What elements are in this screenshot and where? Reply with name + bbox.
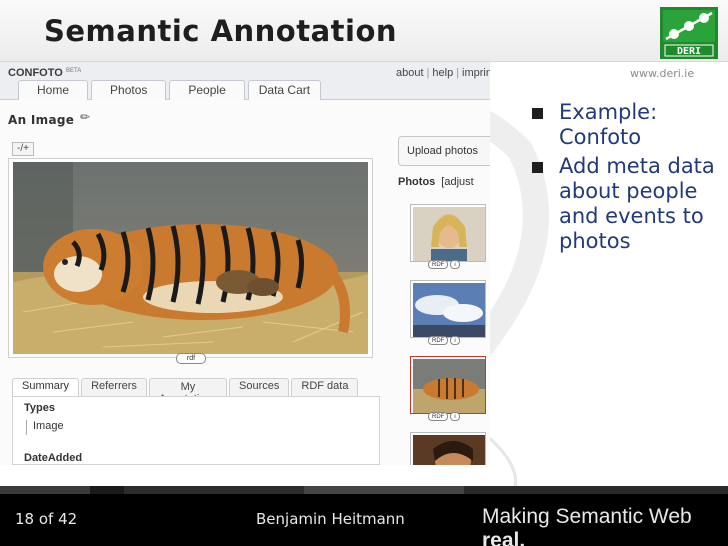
deri-logo-icon: DERI [660,7,718,59]
bullet-metadata: Add meta data about people and events to… [532,154,722,254]
tab-summary[interactable]: Summary [12,378,80,396]
author-name: Benjamin Heitmann [256,510,405,528]
tab-data-cart[interactable]: Data Cart [247,80,322,100]
tagline-prefix: Making Semantic Web [482,505,692,528]
about-link[interactable]: about [396,67,424,79]
footer-color-strip [0,486,728,494]
beta-label: BETA [66,68,82,74]
svg-text:DERI: DERI [677,46,701,57]
section-title: An Image [8,113,75,127]
thumb-info-badge[interactable]: i [450,336,460,345]
tab-photos[interactable]: Photos [91,80,167,100]
thumbnail-portrait[interactable] [410,204,486,262]
bullet-example: Example: Confoto [532,100,722,150]
top-links: about|help|imprint [396,67,490,79]
bullet-list: Example: Confoto Add meta data about peo… [532,100,722,258]
tab-people[interactable]: People [169,80,245,100]
thumbnail-partial[interactable] [410,432,486,465]
imprint-link[interactable]: imprint [462,67,490,79]
main-image-frame [8,158,373,358]
deri-url: www.deri.ie [630,67,695,80]
thumb-rdf-badge[interactable]: RDF [428,412,449,421]
thumb-rdf-badge[interactable]: RDF [428,260,449,269]
slide-number: 18 of 42 [15,510,78,528]
thumb-info-badge[interactable]: i [450,260,460,269]
thumb-badges-2: RDF i [428,336,460,345]
thumb-badges-1: RDF i [428,260,460,269]
upload-photos-button[interactable]: Upload photos [398,136,490,166]
thumbnail-tiger-selected[interactable] [410,356,486,414]
tiger-photo[interactable] [13,162,368,354]
tagline-bold: real. [482,529,526,546]
date-added-label: DateAdded [24,452,83,464]
help-link[interactable]: help [432,67,453,79]
confoto-logo: CONFOTO [8,67,63,79]
tab-my-annotations-line1: My [180,381,196,393]
thumb-info-badge[interactable]: i [450,412,460,421]
confoto-screenshot: CONFOTO BETA about|help|imprint Home Pho… [0,62,490,465]
slide-header: Semantic Annotation DERI [0,0,728,62]
app-top-bar: CONFOTO BETA about|help|imprint Home Pho… [0,62,490,100]
tab-referrers[interactable]: Referrers [81,378,147,396]
tab-rdf-data[interactable]: RDF data [291,378,359,396]
adjust-link[interactable]: [adjust [441,176,473,188]
types-value: Image [26,420,64,435]
photos-heading: Photos [adjust [398,176,474,188]
thumb-rdf-badge[interactable]: RDF [428,336,449,345]
tab-home[interactable]: Home [18,80,89,100]
slide-title: Semantic Annotation [44,14,398,48]
nav-tabs: Home Photos People Data Cart [18,80,322,100]
tab-sources[interactable]: Sources [229,378,290,396]
photos-label: Photos [398,176,436,188]
thumbnail-sky[interactable] [410,280,486,338]
tagline: Making Semantic Web real. [482,505,728,546]
zoom-toggle-button[interactable]: -/+ [12,142,34,156]
edit-icon[interactable]: ✏ [80,110,90,124]
thumb-badges-3: RDF i [428,412,460,421]
types-label: Types [24,402,55,414]
rdf-badge[interactable]: rdf [176,353,206,364]
